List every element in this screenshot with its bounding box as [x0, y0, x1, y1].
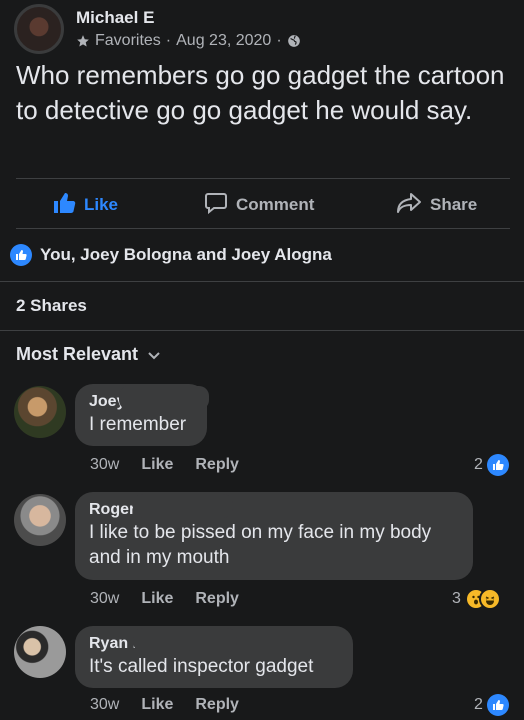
post-text: Who remembers go go gadget the cartoon t…	[16, 60, 505, 125]
comment-text: I like to be pissed on my face in my bod…	[89, 522, 432, 568]
like-button[interactable]: Like	[52, 186, 118, 224]
meta-separator: ·	[165, 32, 172, 49]
comment-actions: 30w Like Reply	[90, 696, 239, 714]
like-reaction-icon	[486, 694, 509, 716]
comment-time[interactable]: 30w	[90, 590, 119, 608]
post-action-bar: Like Comment Share	[0, 186, 524, 224]
comment-actions: 30w Like Reply	[90, 590, 239, 608]
comment-sort-dropdown[interactable]: Most Relevant	[16, 344, 160, 365]
reaction-count: 2	[474, 696, 483, 713]
haha-emoji-icon	[478, 588, 501, 610]
share-button[interactable]: Share	[396, 186, 477, 224]
commenter-name[interactable]: Roger S	[89, 494, 233, 520]
like-label: Like	[84, 195, 119, 214]
comment-bubble: Joey B. I remember	[75, 384, 209, 446]
divider	[0, 281, 524, 282]
comment-reply-button[interactable]: Reply	[195, 456, 239, 474]
redaction-mark	[133, 494, 233, 518]
post-meta: Favorites · Aug 23, 2020 ·	[76, 32, 301, 50]
comment-reply-button[interactable]: Reply	[195, 696, 239, 714]
meta-separator: ·	[276, 32, 282, 49]
audience-label[interactable]: Favorites	[95, 32, 161, 50]
comment-time[interactable]: 30w	[90, 696, 119, 714]
post-date[interactable]: Aug 23, 2020	[176, 32, 271, 50]
thumbs-up-icon	[52, 191, 76, 220]
comment-reply-button[interactable]: Reply	[195, 590, 239, 608]
share-arrow-icon	[396, 191, 422, 220]
sort-label: Most Relevant	[16, 344, 139, 364]
post-header: Michael E Favorites · Aug 23, 2020 ·	[14, 4, 510, 54]
globe-icon	[287, 34, 301, 48]
commenter-avatar[interactable]	[14, 494, 66, 546]
shares-count[interactable]: 2 Shares	[16, 296, 87, 316]
reactions-summary[interactable]: You, Joey Bologna and Joey Alogna	[10, 244, 332, 266]
divider	[16, 228, 510, 229]
comment-button[interactable]: Comment	[204, 186, 314, 224]
commenter-avatar[interactable]	[14, 626, 66, 678]
comment-like-button[interactable]: Like	[141, 590, 173, 608]
commenter-name[interactable]: Ryan H.	[89, 628, 237, 654]
redaction-mark	[119, 386, 209, 410]
comment-text: I remember	[89, 414, 187, 435]
reaction-count: 2	[474, 456, 483, 473]
reactions-text: You, Joey Bologna and Joey Alogna	[40, 245, 332, 264]
divider	[16, 178, 510, 179]
comment-text: It's called inspector gadget	[89, 656, 314, 677]
comment-like-button[interactable]: Like	[141, 696, 173, 714]
commenter-avatar[interactable]	[14, 386, 66, 438]
comment-reactions[interactable]: 3	[452, 588, 501, 610]
chevron-down-icon	[148, 344, 160, 365]
author-avatar[interactable]	[14, 4, 64, 54]
like-reaction-icon	[486, 454, 509, 476]
comment-reactions[interactable]: 2	[474, 694, 509, 716]
comment-label: Comment	[236, 195, 315, 214]
comment-actions: 30w Like Reply	[90, 456, 239, 474]
comment-like-button[interactable]: Like	[141, 456, 173, 474]
star-icon	[76, 34, 90, 48]
commenter-name[interactable]: Joey B.	[89, 386, 209, 412]
reaction-count: 3	[452, 590, 461, 607]
comment-icon	[204, 191, 228, 220]
divider	[0, 330, 524, 331]
comment-bubble: Roger S I like to be pissed on my face i…	[75, 492, 473, 580]
comment-time[interactable]: 30w	[90, 456, 119, 474]
comment-bubble: Ryan H. It's called inspector gadget	[75, 626, 353, 688]
author-name[interactable]: Michael E	[76, 8, 154, 28]
share-label: Share	[430, 195, 478, 214]
redaction-mark	[133, 628, 237, 652]
like-reaction-icon	[10, 244, 32, 266]
comment-reactions[interactable]: 2	[474, 454, 509, 476]
